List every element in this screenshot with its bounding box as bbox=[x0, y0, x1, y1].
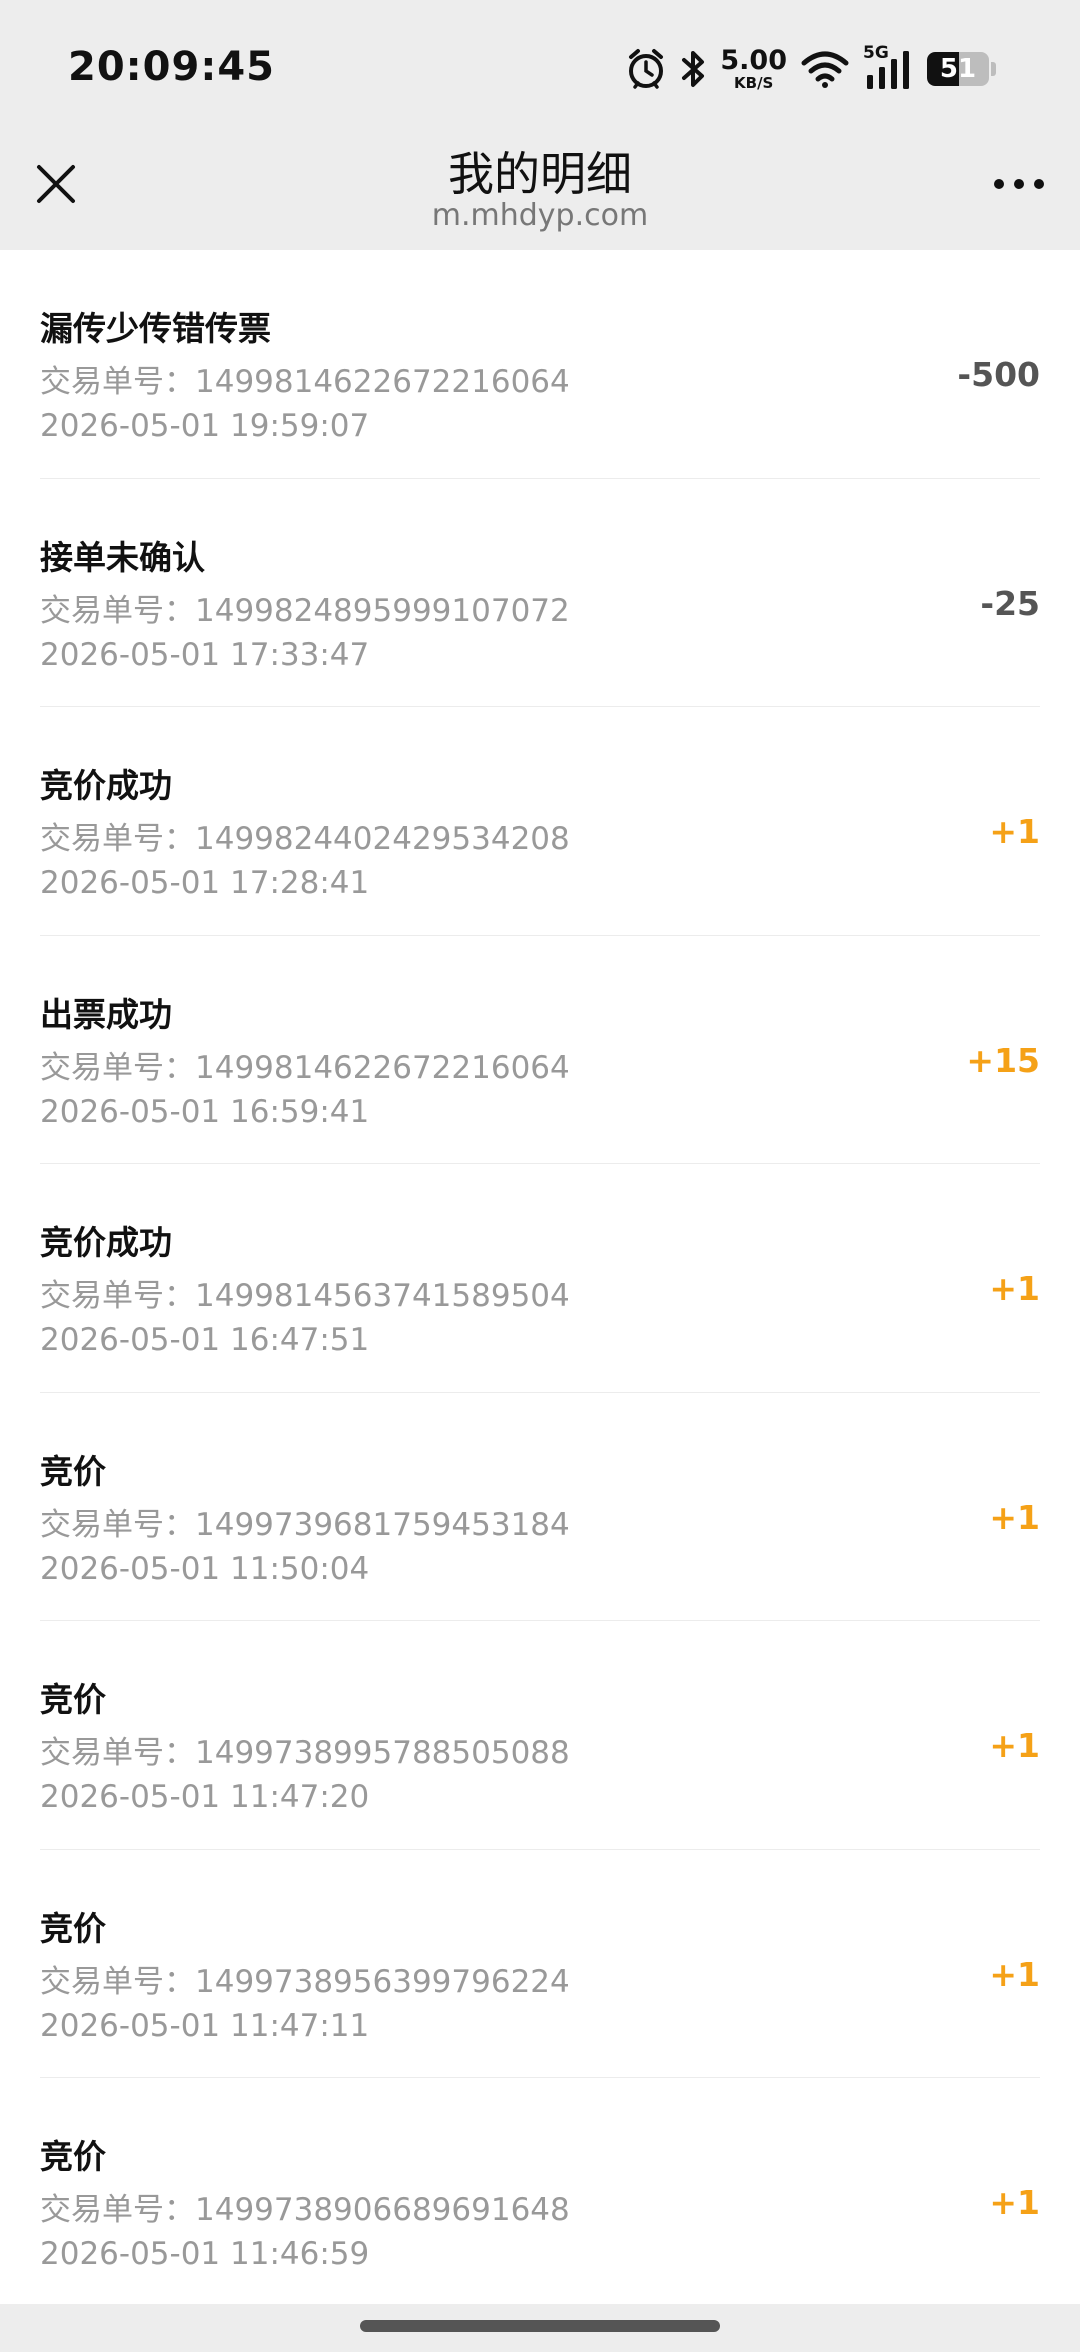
battery-tip bbox=[991, 62, 996, 76]
transaction-type: 接单未确认 bbox=[40, 537, 205, 577]
order-label: 交易单号： bbox=[40, 1049, 195, 1086]
transaction-type: 竞价成功 bbox=[40, 766, 172, 805]
transaction-row[interactable]: 竞价交易单号：1499738956399796224 2026-05-01 11:… bbox=[40, 1850, 1040, 2078]
transaction-order: 交易单号：1499738995788505088 bbox=[40, 1727, 570, 1772]
transaction-order: 交易单号：1499824895999107072 bbox=[40, 585, 570, 630]
order-number: 1499738956399796224 bbox=[195, 1963, 570, 2000]
transaction-amount: +1 bbox=[989, 1726, 1040, 1765]
order-label: 交易单号： bbox=[40, 2192, 195, 2228]
transaction-type: 漏传少传错传票 bbox=[40, 309, 271, 348]
transaction-time: 2026-05-01 17:33:47 bbox=[40, 636, 370, 673]
order-label: 交易单号： bbox=[40, 364, 195, 400]
order-number: 1499814622672216064 bbox=[195, 364, 570, 400]
order-number: 1499824402429534208 bbox=[195, 821, 570, 857]
transaction-order: 交易单号：1499824402429534208 bbox=[40, 813, 570, 858]
order-label: 交易单号： bbox=[40, 1963, 195, 2000]
cell-signal-icon: 5G bbox=[863, 43, 913, 91]
order-label: 交易单号： bbox=[40, 1735, 195, 1771]
page-header: 我的明细 m.mhdyp.com bbox=[0, 130, 1080, 250]
transaction-list: 漏传少传错传票 交易单号：1499814622672216064 2026-05-0… bbox=[0, 250, 1080, 2307]
home-indicator[interactable] bbox=[360, 2320, 720, 2332]
transaction-order: 交易单号：1499814622672216064 bbox=[40, 1042, 570, 1087]
order-number: 1499814622672216064 bbox=[195, 1049, 570, 1086]
order-number: 1499814563741589504 bbox=[195, 1278, 570, 1314]
transaction-time: 2026-05-01 11:46:59 bbox=[40, 2236, 370, 2272]
transaction-type: 竞价成功 bbox=[40, 1223, 172, 1262]
status-time: 20:09:45 bbox=[68, 44, 275, 90]
alarm-icon bbox=[626, 47, 666, 91]
transaction-row[interactable]: 竞价成功交易单号：1499824402429534208 2026-05-01 1… bbox=[40, 707, 1040, 936]
more-button[interactable] bbox=[984, 154, 1054, 214]
wifi-icon bbox=[801, 50, 849, 88]
order-label: 交易单号： bbox=[40, 1278, 195, 1314]
navigation-bar bbox=[0, 2304, 1080, 2352]
order-label: 交易单号： bbox=[40, 821, 195, 857]
status-icons: 5.00 KB/S 5G 51 bbox=[626, 43, 996, 94]
transaction-amount: -25 bbox=[980, 583, 1040, 623]
transaction-order: 交易单号：1499814563741589504 bbox=[40, 1270, 570, 1315]
transaction-time: 2026-05-01 11:47:20 bbox=[40, 1779, 370, 1815]
battery-icon: 51 bbox=[927, 52, 989, 86]
order-number: 1499739681759453184 bbox=[195, 1506, 570, 1543]
bluetooth-icon bbox=[680, 48, 706, 90]
transaction-row[interactable]: 接单未确认交易单号：1499824895999107072 2026-05-01 … bbox=[40, 479, 1040, 707]
page-title: 我的明细 bbox=[448, 147, 632, 201]
transaction-time: 2026-05-01 11:47:11 bbox=[40, 2007, 370, 2044]
status-bar: 20:09:45 5.00 KB/S 5G 51 bbox=[0, 0, 1080, 130]
transaction-row[interactable]: 竞价交易单号：1499738906689691648 2026-05-01 11:… bbox=[40, 2078, 1040, 2307]
transaction-time: 2026-05-01 16:47:51 bbox=[40, 1322, 370, 1358]
transaction-time: 2026-05-01 16:59:41 bbox=[40, 1093, 370, 1130]
transaction-type: 竞价 bbox=[40, 2137, 106, 2176]
order-label: 交易单号： bbox=[40, 592, 195, 629]
order-number: 1499738906689691648 bbox=[195, 2192, 570, 2228]
transaction-row[interactable]: 出票成功交易单号：1499814622672216064 2026-05-01 1… bbox=[40, 936, 1040, 1164]
transaction-order: 交易单号：1499738956399796224 bbox=[40, 1956, 570, 2001]
more-icon bbox=[994, 179, 1044, 189]
transaction-row[interactable]: 竞价交易单号：1499739681759453184 2026-05-01 11:… bbox=[40, 1393, 1040, 1621]
transaction-time: 2026-05-01 19:59:07 bbox=[40, 408, 370, 444]
transaction-amount: +1 bbox=[989, 812, 1040, 851]
transaction-type: 竞价 bbox=[40, 1451, 106, 1491]
transaction-order: 交易单号：1499814622672216064 bbox=[40, 356, 570, 401]
transaction-time: 2026-05-01 17:28:41 bbox=[40, 865, 370, 901]
order-number: 1499738995788505088 bbox=[195, 1735, 570, 1771]
transaction-row[interactable]: 竞价成功交易单号：1499814563741589504 2026-05-01 1… bbox=[40, 1164, 1040, 1393]
order-label: 交易单号： bbox=[40, 1506, 195, 1543]
transaction-time: 2026-05-01 11:50:04 bbox=[40, 1550, 370, 1587]
transaction-type: 竞价 bbox=[40, 1680, 106, 1719]
order-number: 1499824895999107072 bbox=[195, 592, 570, 629]
transaction-amount: +1 bbox=[989, 2183, 1040, 2222]
transaction-amount: -500 bbox=[957, 355, 1040, 394]
transaction-amount: +1 bbox=[989, 1954, 1040, 1994]
transaction-order: 交易单号：1499738906689691648 bbox=[40, 2184, 570, 2229]
transaction-row[interactable]: 竞价交易单号：1499738995788505088 2026-05-01 11:… bbox=[40, 1621, 1040, 1850]
transaction-row[interactable]: 漏传少传错传票 交易单号：1499814622672216064 2026-05-0… bbox=[40, 250, 1040, 479]
transaction-amount: +1 bbox=[989, 1269, 1040, 1308]
transaction-type: 出票成功 bbox=[40, 994, 172, 1034]
transaction-amount: +15 bbox=[966, 1040, 1040, 1080]
transaction-type: 竞价 bbox=[40, 1908, 106, 1948]
transaction-order: 交易单号：1499739681759453184 bbox=[40, 1499, 570, 1544]
transaction-amount: +1 bbox=[989, 1497, 1040, 1537]
page-domain: m.mhdyp.com bbox=[431, 198, 649, 233]
net-speed: 5.00 KB/S bbox=[720, 45, 787, 92]
